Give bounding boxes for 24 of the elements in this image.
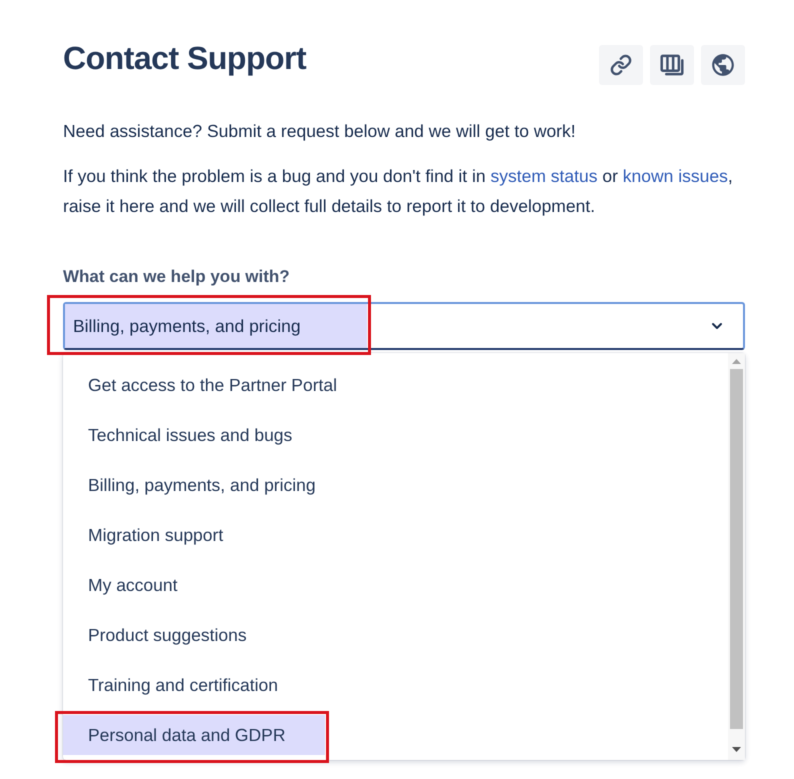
- dropdown-option[interactable]: Training and certification: [63, 665, 318, 705]
- intro-paragraph: If you think the problem is a bug and you don't find it in system status or known issues, raise it here and we will collect full details to report it to development.: [63, 165, 734, 218]
- dropdown-option[interactable]: My account: [63, 565, 218, 605]
- dropdown-option[interactable]: Migration support: [63, 515, 264, 555]
- page-title: Contact Support: [63, 39, 306, 78]
- scrollbar[interactable]: [728, 353, 745, 760]
- inline-link[interactable]: known issues: [622, 166, 728, 186]
- columns-icon: [660, 54, 684, 76]
- dropdown-option[interactable]: Billing, payments, and pricing: [63, 465, 356, 505]
- copy-link-button[interactable]: [599, 45, 643, 85]
- category-select[interactable]: Billing, payments, and pricing: [63, 302, 745, 350]
- inline-link[interactable]: system status: [490, 166, 598, 186]
- dropdown-option[interactable]: Technical issues and bugs: [63, 415, 332, 455]
- layout-button[interactable]: [650, 45, 694, 85]
- scroll-down-icon[interactable]: [732, 747, 741, 752]
- link-icon: [610, 54, 632, 76]
- scroll-thumb[interactable]: [730, 369, 743, 729]
- dropdown-option[interactable]: Get access to the Partner Portal: [63, 365, 378, 405]
- language-button[interactable]: [701, 45, 745, 85]
- intro-paragraph: Need assistance? Submit a request below and we will get to work!: [63, 120, 577, 143]
- dropdown-option[interactable]: Product suggestions: [63, 615, 287, 655]
- globe-icon: [710, 52, 736, 78]
- field-label: What can we help you with?: [63, 267, 291, 287]
- dropdown-option[interactable]: Personal data and GDPR: [63, 715, 326, 755]
